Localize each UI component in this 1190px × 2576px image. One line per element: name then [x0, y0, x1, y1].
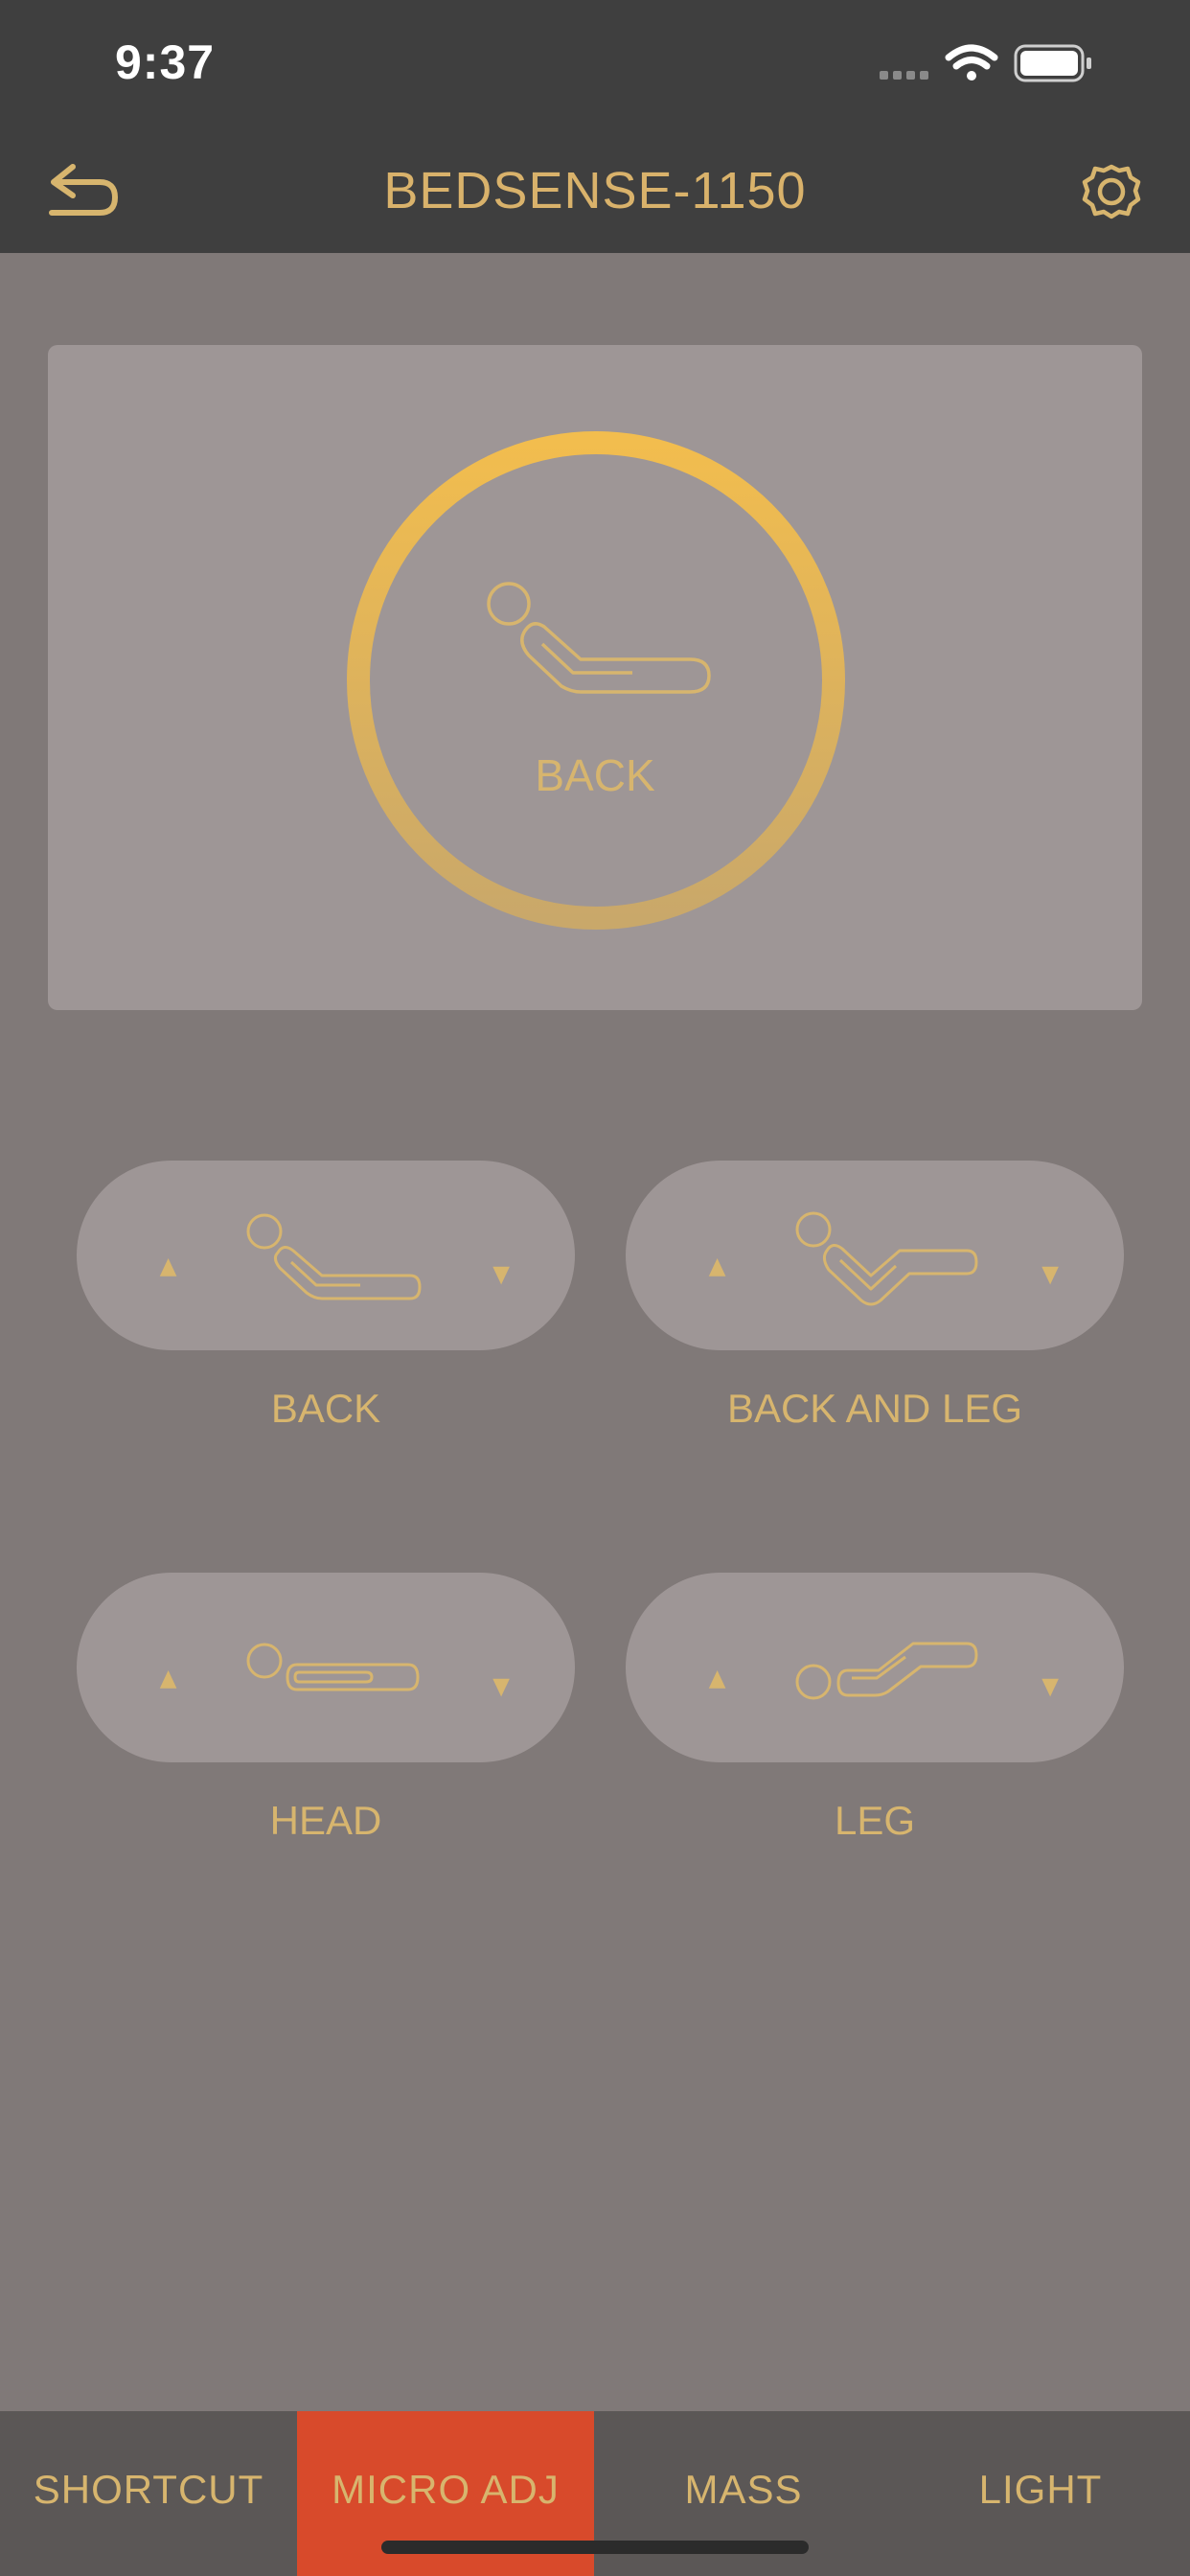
bed-leg-icon: [795, 1642, 978, 1700]
lower-arrow-icon[interactable]: [1041, 1678, 1059, 1697]
head-adjust-control[interactable]: [77, 1573, 575, 1762]
preview-ring: [347, 431, 845, 930]
back-and-leg-adjust-control[interactable]: [626, 1161, 1124, 1350]
battery-icon: [1014, 44, 1091, 82]
tab-mass-label: MASS: [684, 2467, 803, 2512]
status-bar: 9:37: [0, 0, 1190, 134]
signal-icon: [880, 71, 928, 80]
tab-light[interactable]: LIGHT: [892, 2411, 1189, 2576]
leg-adjust-control[interactable]: [626, 1573, 1124, 1762]
lower-arrow-icon[interactable]: [1041, 1266, 1059, 1285]
bed-head-icon: [246, 1643, 420, 1691]
tab-shortcut-label: SHORTCUT: [33, 2467, 264, 2512]
page-title: BEDSENSE-1150: [383, 162, 807, 219]
head-adjust-label: HEAD: [269, 1798, 382, 1843]
home-indicator: [381, 2541, 809, 2554]
status-indicators: [860, 38, 1129, 92]
raise-arrow-icon[interactable]: [708, 1670, 726, 1689]
back-and-leg-adjust-label: BACK AND LEG: [726, 1386, 1023, 1431]
wifi-icon: [945, 44, 998, 80]
bed-back-icon: [246, 1213, 422, 1300]
tab-shortcut[interactable]: SHORTCUT: [0, 2411, 297, 2576]
settings-button[interactable]: [1067, 155, 1156, 232]
lower-arrow-icon[interactable]: [492, 1678, 510, 1697]
position-preview-card: BACK: [48, 345, 1142, 1010]
preview-label: BACK: [535, 750, 655, 800]
back-adjust-control[interactable]: [77, 1161, 575, 1350]
raise-arrow-icon[interactable]: [708, 1258, 726, 1276]
back-adjust-label: BACK: [270, 1386, 381, 1431]
status-time: 9:37: [115, 35, 216, 89]
bed-back-and-leg-icon: [795, 1211, 978, 1306]
lower-arrow-icon[interactable]: [492, 1266, 510, 1285]
gear-icon: [1082, 164, 1141, 219]
leg-adjust-label: LEG: [834, 1798, 916, 1843]
raise-arrow-icon[interactable]: [159, 1258, 177, 1276]
tab-light-label: LIGHT: [978, 2467, 1103, 2512]
bed-back-icon: [487, 582, 711, 694]
raise-arrow-icon[interactable]: [159, 1670, 177, 1689]
tab-micro-adj-label: MICRO ADJ: [332, 2467, 560, 2512]
navigation-bar: BEDSENSE-1150: [0, 134, 1190, 253]
